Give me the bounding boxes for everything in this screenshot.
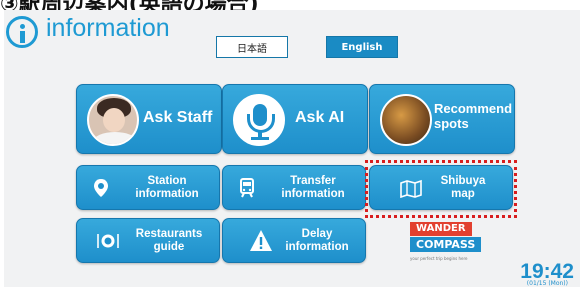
staff-photo — [87, 94, 139, 146]
ask-ai-label: Ask AI — [295, 109, 345, 126]
delay-information-button[interactable]: Delay information — [222, 218, 366, 263]
delay-label-line1: Delay — [301, 228, 333, 240]
page-title: information — [46, 14, 170, 42]
recommend-spots-label: Recommend spots — [434, 101, 513, 131]
highlight-frame — [365, 160, 517, 218]
brand-logo: WANDER COMPASS your perfect trip begins … — [402, 222, 482, 261]
location-pin-icon — [94, 179, 108, 197]
transfer-label-line2: information — [281, 188, 345, 200]
delay-label-line2: information — [285, 241, 349, 253]
recommend-spots-button[interactable]: Recommend spots — [369, 84, 515, 154]
section-banner: ③駅周辺案内(英語の場合) — [0, 0, 259, 17]
ask-staff-button[interactable]: Ask Staff — [76, 84, 222, 154]
info-icon — [6, 16, 38, 48]
transfer-information-button[interactable]: Transfer information — [222, 165, 366, 210]
restaurants-guide-button[interactable]: Restaurants guide — [76, 218, 220, 263]
clock-date: (01/15 (Mon)) — [526, 280, 568, 287]
warning-icon — [250, 230, 272, 251]
station-label-line1: Station — [147, 175, 187, 187]
restaurant-icon — [97, 234, 119, 248]
restaurants-label-line2: guide — [153, 241, 185, 253]
language-japanese-button[interactable]: 日本語 — [216, 36, 288, 58]
train-icon — [240, 178, 254, 198]
restaurants-label-line1: Restaurants — [135, 228, 203, 240]
spots-photo — [380, 94, 432, 146]
brand-word-2: COMPASS — [410, 237, 482, 252]
ask-staff-label: Ask Staff — [143, 109, 213, 126]
brand-tagline: your perfect trip begins here — [410, 256, 468, 261]
transfer-label-line1: Transfer — [290, 175, 336, 187]
ask-ai-button[interactable]: Ask AI — [222, 84, 368, 154]
station-label-line2: information — [135, 188, 199, 200]
station-information-button[interactable]: Station information — [76, 165, 220, 210]
brand-word-1: WANDER — [410, 222, 472, 236]
language-english-button[interactable]: English — [326, 36, 398, 58]
microphone-icon — [233, 94, 285, 146]
